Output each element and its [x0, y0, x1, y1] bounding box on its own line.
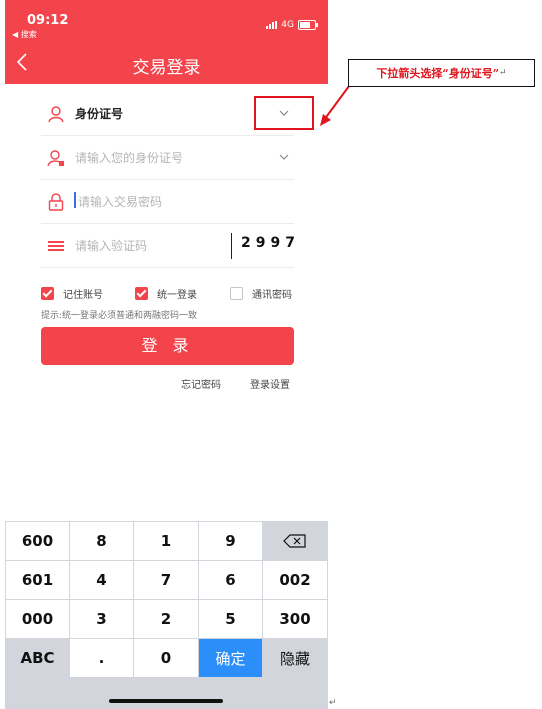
key-300[interactable]: 300 [263, 600, 327, 638]
key-9[interactable]: 9 [199, 522, 262, 560]
comm-password-checkbox[interactable]: 通讯密码 [230, 286, 292, 301]
key-8[interactable]: 8 [70, 522, 133, 560]
key-4[interactable]: 4 [70, 561, 133, 599]
home-indicator [109, 699, 223, 703]
captcha-icon [48, 241, 64, 251]
forgot-password-link[interactable]: 忘记密码 [181, 376, 221, 391]
checkbox-unchecked-icon [230, 287, 243, 300]
chevron-down-icon[interactable] [278, 153, 290, 161]
login-settings-link[interactable]: 登录设置 [250, 376, 290, 391]
hide-keyboard-key[interactable]: 隐藏 [263, 639, 327, 677]
id-number-placeholder: 请输入您的身份证号 [75, 151, 184, 165]
key-601[interactable]: 601 [6, 561, 69, 599]
key-000[interactable]: 000 [6, 600, 69, 638]
unified-login-label: 统一登录 [157, 290, 197, 301]
password-placeholder: 请输入交易密码 [78, 195, 163, 209]
remember-account-checkbox[interactable]: 记住账号 [41, 286, 103, 301]
captcha-divider [231, 233, 232, 259]
paragraph-mark: ↵ [499, 68, 507, 78]
captcha-code[interactable]: 2997 [241, 235, 300, 251]
annotation-callout: 下拉箭头选择“身份证号” ↵ [348, 59, 535, 87]
backspace-icon [283, 534, 306, 548]
comm-password-label: 通讯密码 [252, 290, 292, 301]
remember-account-label: 记住账号 [63, 290, 103, 301]
backspace-key[interactable] [263, 522, 327, 560]
abc-key[interactable]: ABC [6, 639, 69, 677]
annotation-text: 下拉箭头选择“身份证号” [376, 67, 500, 80]
status-indicators: 4G [266, 20, 318, 30]
id-number-field[interactable]: 请输入您的身份证号 [41, 136, 294, 180]
key-2[interactable]: 2 [134, 600, 198, 638]
signal-icon [266, 21, 278, 29]
captcha-field[interactable]: 请输入验证码 2997 [41, 224, 295, 268]
key-7[interactable]: 7 [134, 561, 198, 599]
status-time: 09:12 [27, 13, 69, 28]
app-header: 09:12 ◀ 搜索 4G 交易登录 [5, 0, 328, 84]
captcha-placeholder: 请输入验证码 [75, 239, 148, 253]
text-cursor [74, 192, 76, 208]
battery-icon [298, 20, 318, 30]
user-icon [48, 106, 64, 123]
lock-icon [48, 193, 64, 211]
password-field[interactable]: 请输入交易密码 [41, 180, 294, 224]
id-type-value: 身份证号 [75, 107, 124, 121]
key-dot[interactable]: . [70, 639, 133, 677]
network-label: 4G [281, 20, 294, 30]
key-600[interactable]: 600 [6, 522, 69, 560]
paragraph-mark: ↵ [329, 698, 337, 708]
key-3[interactable]: 3 [70, 600, 133, 638]
key-1[interactable]: 1 [134, 522, 198, 560]
status-back-app[interactable]: ◀ 搜索 [12, 29, 37, 40]
unified-login-checkbox[interactable]: 统一登录 [135, 286, 197, 301]
highlight-box [254, 96, 314, 130]
login-hint: 提示:统一登录必须普通和两融密码一致 [41, 311, 198, 321]
login-button[interactable]: 登 录 [41, 327, 294, 365]
numeric-keyboard: 600 8 1 9 601 4 7 6 002 000 3 2 5 300 AB… [5, 521, 328, 709]
key-0[interactable]: 0 [134, 639, 198, 677]
key-5[interactable]: 5 [199, 600, 262, 638]
key-002[interactable]: 002 [263, 561, 327, 599]
confirm-key[interactable]: 确定 [199, 639, 262, 677]
key-6[interactable]: 6 [199, 561, 262, 599]
page-title: 交易登录 [132, 58, 201, 78]
user-id-icon [47, 150, 64, 167]
checkbox-checked-icon [41, 287, 54, 300]
checkbox-checked-icon [135, 287, 148, 300]
